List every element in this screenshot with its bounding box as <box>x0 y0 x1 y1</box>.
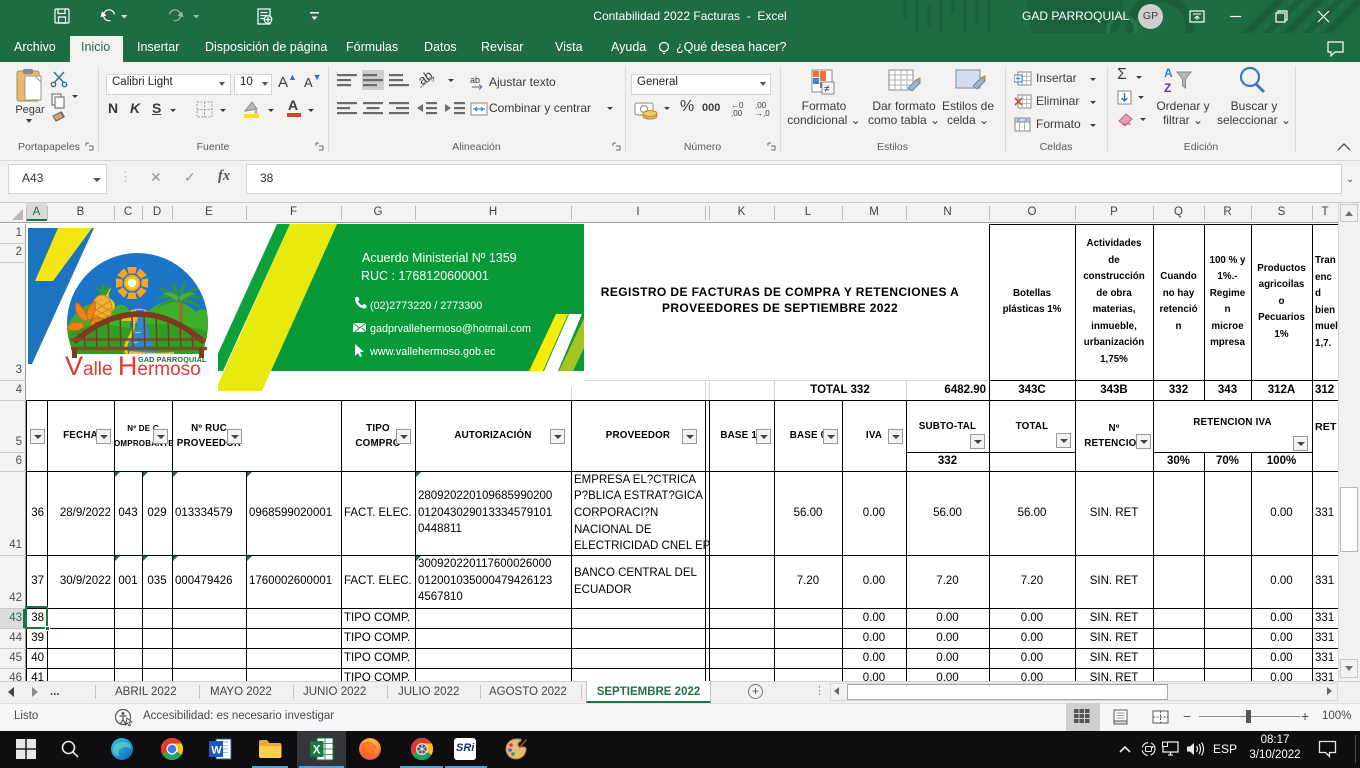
svg-text:→,0: →,0 <box>755 109 770 118</box>
svg-text:,00: ,00 <box>731 109 743 118</box>
svg-text:≠: ≠ <box>824 84 830 95</box>
svg-text:www.vallehermoso.gob.ec: www.vallehermoso.gob.ec <box>369 346 496 358</box>
svg-text:A: A <box>1164 66 1173 80</box>
svg-text:Z: Z <box>1164 81 1171 95</box>
svg-text:ab: ab <box>470 75 480 85</box>
svg-text:X: X <box>313 745 321 757</box>
svg-text:gadprvallehermoso@hotmail.com: gadprvallehermoso@hotmail.com <box>370 323 531 335</box>
svg-text:W: W <box>211 745 222 757</box>
svg-text:Acuerdo Ministerial Nº 1359: Acuerdo Ministerial Nº 1359 <box>362 251 517 265</box>
svg-text:RUC : 1768120600001: RUC : 1768120600001 <box>361 269 489 283</box>
svg-text:(02)2773220 / 2773300: (02)2773220 / 2773300 <box>370 300 482 312</box>
